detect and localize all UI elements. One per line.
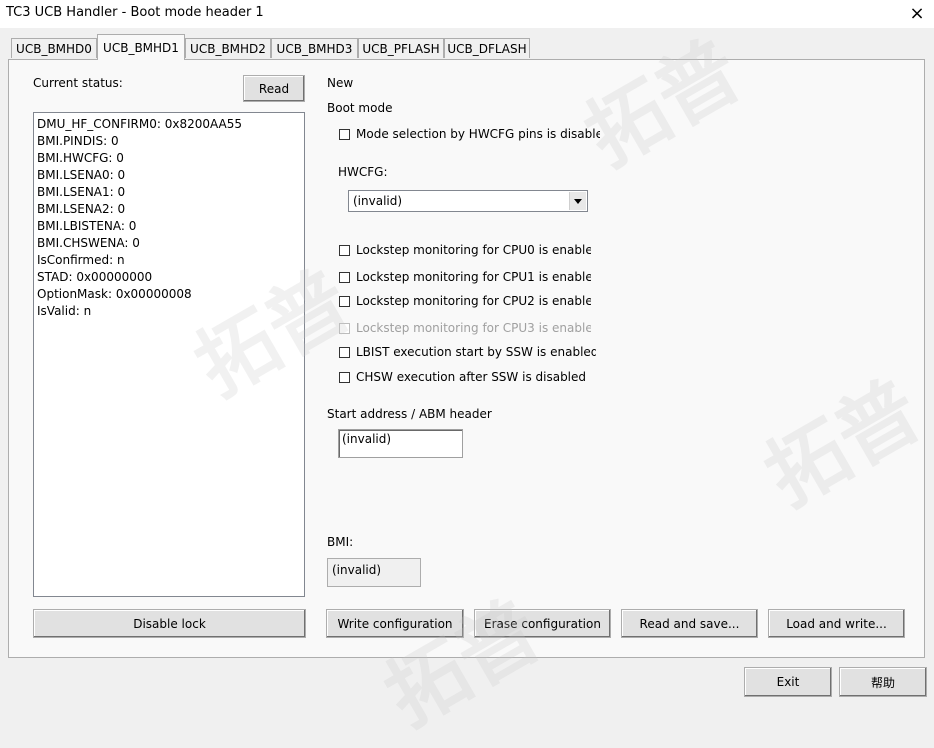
lockstep-cpu3-label: Lockstep monitoring for CPU3 is enablec bbox=[356, 321, 591, 335]
status-line: BMI.LSENA2: 0 bbox=[37, 202, 126, 216]
current-status-label: Current status: bbox=[33, 76, 123, 90]
lockstep-cpu1-label: Lockstep monitoring for CPU1 is enablec bbox=[356, 270, 591, 284]
lbist-checkbox[interactable] bbox=[339, 347, 350, 358]
status-line: IsValid: n bbox=[37, 304, 92, 318]
status-line: OptionMask: 0x00000008 bbox=[37, 287, 192, 301]
status-line: BMI.HWCFG: 0 bbox=[37, 151, 124, 165]
status-line: BMI.CHSWENA: 0 bbox=[37, 236, 140, 250]
status-line: IsConfirmed: n bbox=[37, 253, 125, 267]
chsw-label: CHSW execution after SSW is disabled bbox=[356, 370, 587, 384]
boot-mode-label: Boot mode bbox=[327, 101, 393, 115]
tab-label: UCB_DFLASH bbox=[447, 41, 527, 56]
mode-selection-checkbox[interactable] bbox=[339, 129, 350, 140]
status-line: STAD: 0x00000000 bbox=[37, 270, 153, 284]
close-icon: × bbox=[909, 2, 925, 24]
tab-ucb-bmhd3[interactable]: UCB_BMHD3 bbox=[271, 38, 358, 58]
tab-label: UCB_BMHD2 bbox=[190, 41, 266, 56]
tab-label: UCB_BMHD3 bbox=[276, 41, 353, 56]
read-and-save-button[interactable]: Read and save... bbox=[621, 609, 758, 638]
mode-selection-label: Mode selection by HWCFG pins is disable bbox=[356, 127, 600, 141]
status-line: BMI.PINDIS: 0 bbox=[37, 134, 119, 148]
erase-configuration-button[interactable]: Erase configuration bbox=[474, 609, 611, 638]
lockstep-cpu2-label: Lockstep monitoring for CPU2 is enablec bbox=[356, 294, 591, 308]
status-listbox[interactable]: DMU_HF_CONFIRM0: 0x8200AA55 BMI.PINDIS: … bbox=[33, 112, 305, 597]
window-title: TC3 UCB Handler - Boot mode header 1 bbox=[6, 5, 264, 20]
tab-ucb-pflash[interactable]: UCB_PFLASH bbox=[358, 38, 444, 58]
lockstep-cpu0-label: Lockstep monitoring for CPU0 is enablec bbox=[356, 243, 591, 257]
status-line: BMI.LSENA0: 0 bbox=[37, 168, 126, 182]
chsw-checkbox[interactable] bbox=[339, 372, 350, 383]
close-button[interactable]: × bbox=[905, 2, 929, 24]
new-label: New bbox=[327, 76, 354, 90]
lockstep-cpu3-checkbox bbox=[339, 323, 350, 334]
hwcfg-value: (invalid) bbox=[353, 194, 403, 208]
tab-ucb-dflash[interactable]: UCB_DFLASH bbox=[444, 38, 530, 58]
help-button[interactable]: 帮助 bbox=[839, 667, 927, 697]
status-line: DMU_HF_CONFIRM0: 0x8200AA55 bbox=[37, 117, 243, 131]
bmi-label: BMI: bbox=[327, 535, 354, 549]
hwcfg-label: HWCFG: bbox=[338, 165, 388, 179]
read-button[interactable]: Read bbox=[243, 75, 305, 102]
tab-label: UCB_BMHD0 bbox=[16, 41, 92, 56]
chevron-down-icon[interactable] bbox=[569, 192, 586, 210]
tab-label: UCB_BMHD1 bbox=[103, 40, 179, 55]
bmi-value-field: (invalid) bbox=[327, 558, 421, 587]
lbist-label: LBIST execution start by SSW is enabled bbox=[356, 345, 596, 359]
tab-ucb-bmhd2[interactable]: UCB_BMHD2 bbox=[185, 38, 271, 58]
tab-ucb-bmhd0[interactable]: UCB_BMHD0 bbox=[11, 38, 97, 58]
tab-label: UCB_PFLASH bbox=[362, 41, 440, 56]
status-line: BMI.LSENA1: 0 bbox=[37, 185, 126, 199]
lockstep-cpu2-checkbox[interactable] bbox=[339, 296, 350, 307]
start-address-label: Start address / ABM header bbox=[327, 407, 492, 421]
hwcfg-dropdown[interactable]: (invalid) bbox=[348, 190, 588, 212]
lockstep-cpu0-checkbox[interactable] bbox=[339, 245, 350, 256]
start-address-input[interactable]: (invalid) bbox=[338, 429, 463, 458]
lockstep-cpu1-checkbox[interactable] bbox=[339, 272, 350, 283]
load-and-write-button[interactable]: Load and write... bbox=[768, 609, 905, 638]
disable-lock-button[interactable]: Disable lock bbox=[33, 609, 306, 638]
status-line: BMI.LBISTENA: 0 bbox=[37, 219, 137, 233]
write-configuration-button[interactable]: Write configuration bbox=[326, 609, 464, 638]
exit-button[interactable]: Exit bbox=[744, 667, 832, 697]
tab-ucb-bmhd1[interactable]: UCB_BMHD1 bbox=[97, 34, 185, 60]
